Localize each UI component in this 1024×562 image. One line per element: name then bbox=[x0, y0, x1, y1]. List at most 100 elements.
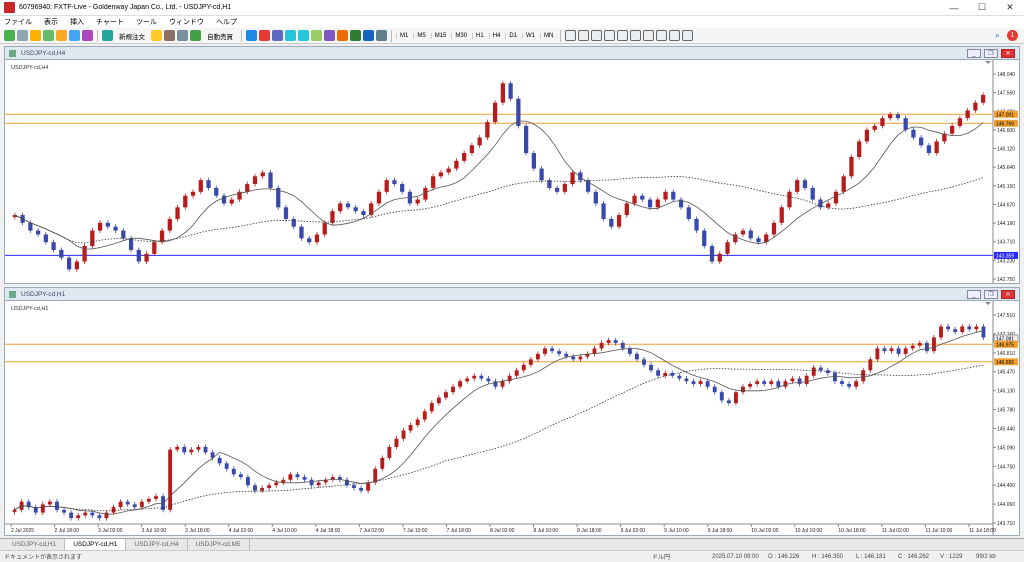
price-tag-label: 146.769 bbox=[996, 121, 1014, 127]
candle-body bbox=[911, 129, 916, 138]
price-chart-h4[interactable]: USDJPY-cd,H4148.040147.560147.080146.600… bbox=[5, 60, 1019, 283]
menu-help[interactable]: ヘルプ bbox=[216, 17, 237, 27]
chart-tab[interactable]: USDJPY-cd,H1 bbox=[4, 539, 66, 550]
menu-file[interactable]: ファイル bbox=[4, 17, 32, 27]
text-icon[interactable] bbox=[656, 30, 668, 41]
line-chart-icon[interactable] bbox=[272, 30, 283, 41]
signals-icon[interactable] bbox=[164, 30, 175, 41]
navigator-icon[interactable] bbox=[56, 30, 67, 41]
chart-minimize-button[interactable]: _ bbox=[967, 290, 981, 299]
notification-badge[interactable]: 1 bbox=[1007, 30, 1018, 41]
timeframe-m15[interactable]: M15 bbox=[430, 32, 450, 39]
candle-body bbox=[514, 370, 519, 376]
candle-body bbox=[755, 381, 760, 384]
candle-body bbox=[76, 515, 81, 519]
candle-body bbox=[182, 446, 187, 453]
terminal-icon[interactable] bbox=[69, 30, 80, 41]
crosshair-icon[interactable] bbox=[578, 30, 590, 41]
candle-body bbox=[283, 207, 289, 219]
price-tick-label: 142.750 bbox=[997, 277, 1015, 283]
label-icon[interactable] bbox=[669, 30, 681, 41]
fibonacci-icon[interactable] bbox=[643, 30, 655, 41]
menu-view[interactable]: 表示 bbox=[44, 17, 58, 27]
minimize-button[interactable]: — bbox=[940, 3, 968, 13]
candle-body bbox=[917, 342, 922, 346]
candle-body bbox=[167, 218, 172, 231]
candle-body bbox=[253, 485, 257, 491]
search-icon[interactable]: ⌕ bbox=[995, 30, 1000, 41]
auto-trade-button[interactable]: 自動売買 bbox=[203, 30, 237, 42]
autoscroll-icon[interactable] bbox=[324, 30, 335, 41]
trendline-icon[interactable] bbox=[617, 30, 629, 41]
chart-shift-icon[interactable] bbox=[337, 30, 348, 41]
menu-window[interactable]: ウィンドウ bbox=[169, 17, 204, 27]
timeframe-h4[interactable]: H4 bbox=[488, 32, 504, 39]
templates-icon[interactable] bbox=[376, 30, 387, 41]
market-watch-icon[interactable] bbox=[30, 30, 41, 41]
profiles-icon[interactable] bbox=[17, 30, 28, 41]
vertical-line-icon[interactable] bbox=[591, 30, 603, 41]
chart-minimize-button[interactable]: _ bbox=[967, 49, 981, 58]
candle-body bbox=[554, 187, 560, 192]
menu-insert[interactable]: 挿入 bbox=[70, 17, 84, 27]
timeframe-mn[interactable]: MN bbox=[540, 32, 556, 39]
arrows-icon[interactable] bbox=[682, 30, 694, 41]
timeframe-h1[interactable]: H1 bbox=[472, 32, 487, 39]
candle-body bbox=[472, 375, 477, 379]
chart-tab[interactable]: USDJPY-cd,H4 bbox=[126, 539, 188, 550]
timeframe-w1[interactable]: W1 bbox=[522, 32, 538, 39]
metaeditor-icon[interactable] bbox=[151, 30, 162, 41]
candle-body bbox=[90, 512, 95, 516]
tile-windows-icon[interactable] bbox=[311, 30, 322, 41]
candle-body bbox=[861, 370, 866, 382]
candle-body bbox=[281, 479, 286, 483]
chart-close-button[interactable]: ✕ bbox=[1001, 290, 1015, 299]
candle-body bbox=[458, 381, 463, 387]
candle-body bbox=[203, 446, 208, 453]
candle-body bbox=[655, 199, 660, 208]
status-help-text: ドキュメントが表示されます bbox=[4, 555, 83, 561]
chart-shift-marker bbox=[985, 302, 991, 305]
timeframe-d1[interactable]: D1 bbox=[505, 32, 520, 39]
candle-body bbox=[322, 222, 327, 235]
chart-tab[interactable]: USDJPY-cd,M5 bbox=[188, 539, 250, 550]
price-chart-h1[interactable]: USDJPY-cd,H1147.510147.160146.810146.470… bbox=[5, 301, 1019, 546]
candle-body bbox=[748, 230, 753, 239]
candle-body bbox=[606, 340, 611, 343]
data-window-icon[interactable] bbox=[43, 30, 54, 41]
indicators-icon[interactable] bbox=[350, 30, 361, 41]
chart-symbol-label: USDJPY-cd,H4 bbox=[11, 65, 48, 71]
candle-body bbox=[28, 222, 33, 231]
candle-body bbox=[840, 381, 844, 384]
price-tick-label: 146.810 bbox=[997, 351, 1015, 357]
new-order-button[interactable]: 新規注文 bbox=[115, 30, 149, 42]
time-tick-label: 7 Jul 10:00 bbox=[403, 528, 428, 534]
horizontal-line-icon[interactable] bbox=[604, 30, 616, 41]
chart-restore-button[interactable]: ❐ bbox=[984, 290, 998, 299]
cursor-icon[interactable] bbox=[565, 30, 577, 41]
bar-chart-icon[interactable] bbox=[246, 30, 257, 41]
tester-icon[interactable] bbox=[82, 30, 93, 41]
channel-icon[interactable] bbox=[630, 30, 642, 41]
timeframe-m1[interactable]: M1 bbox=[396, 32, 411, 39]
timeframe-m30[interactable]: M30 bbox=[451, 32, 470, 39]
chart-tab-active[interactable]: USDJPY-cd,H1 bbox=[65, 539, 127, 550]
periods-icon[interactable] bbox=[363, 30, 374, 41]
candle-body bbox=[190, 191, 196, 196]
menu-tools[interactable]: ツール bbox=[136, 17, 157, 27]
market-icon[interactable] bbox=[177, 30, 188, 41]
new-chart-icon[interactable] bbox=[4, 30, 15, 41]
chart-close-button[interactable]: ✕ bbox=[1001, 49, 1015, 58]
candle-body bbox=[500, 83, 506, 103]
maximize-button[interactable]: ☐ bbox=[968, 2, 996, 13]
zoom-in-icon[interactable] bbox=[285, 30, 296, 41]
candle-body bbox=[647, 199, 653, 208]
candle-body bbox=[810, 187, 815, 200]
zoom-out-icon[interactable] bbox=[298, 30, 309, 41]
close-button[interactable]: ✕ bbox=[996, 2, 1024, 13]
candlestick-icon[interactable] bbox=[259, 30, 270, 41]
menu-chart[interactable]: チャート bbox=[96, 17, 124, 27]
chart-restore-button[interactable]: ❐ bbox=[984, 49, 998, 58]
timeframe-m5[interactable]: M5 bbox=[413, 32, 428, 39]
candle-body bbox=[175, 446, 180, 450]
